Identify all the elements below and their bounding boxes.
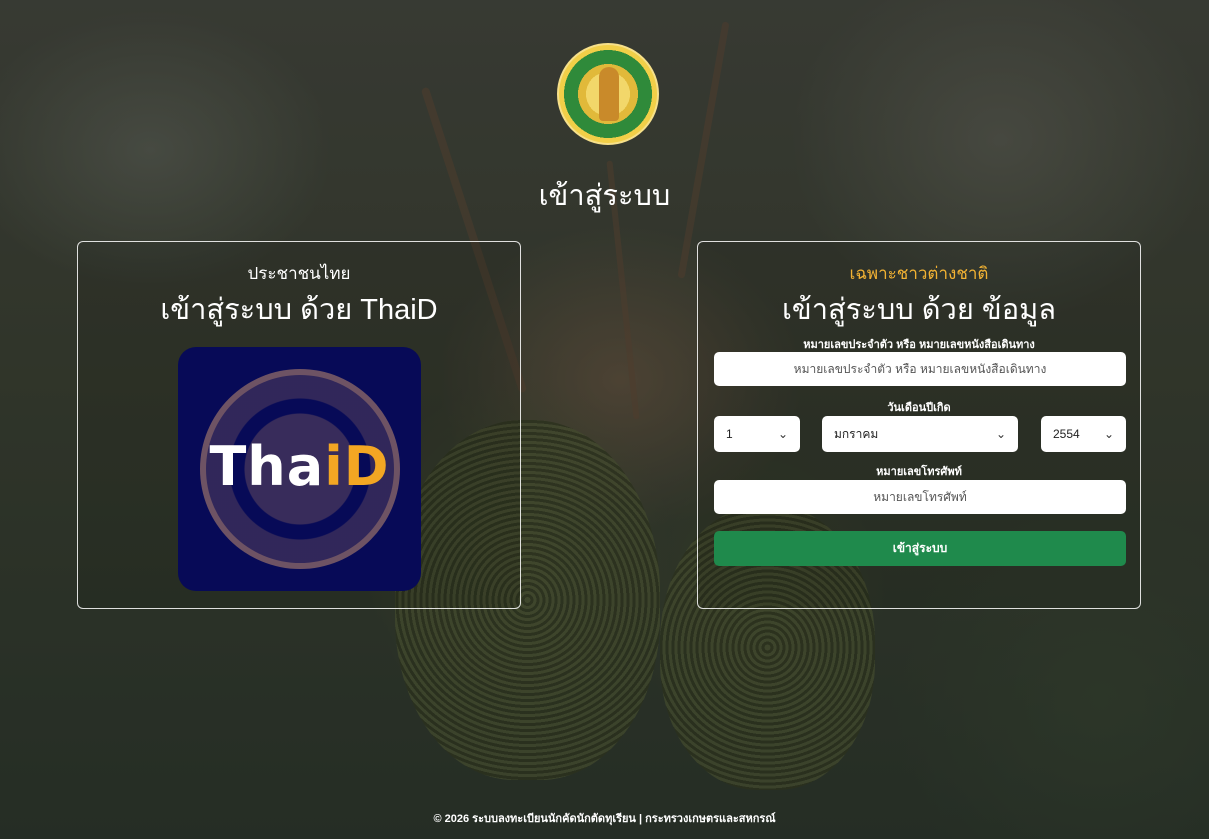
chevron-down-icon: ⌄ (777, 427, 788, 441)
dob-day-select[interactable]: 1 ⌄ (714, 416, 800, 452)
id-passport-input[interactable] (714, 352, 1126, 386)
thaid-logo-main: Tha (209, 435, 325, 498)
foreigner-heading: เข้าสู่ระบบ ด้วย ข้อมูล (781, 294, 1057, 326)
thaid-login-panel: ประชาชนไทย เข้าสู่ระบบ ด้วย ThaiD ThaiD (77, 241, 521, 609)
thaid-login-button[interactable]: ThaiD (178, 347, 421, 591)
login-button[interactable]: เข้าสู่ระบบ (714, 531, 1126, 566)
dob-month-select[interactable]: มกราคม ⌄ (822, 416, 1018, 452)
thaid-heading: เข้าสู่ระบบ ด้วย ThaiD (160, 294, 438, 326)
chevron-down-icon: ⌄ (995, 427, 1006, 441)
phone-field-label: หมายเลขโทรศัพท์ (876, 466, 962, 478)
chevron-down-icon: ⌄ (1103, 427, 1114, 441)
dob-label: วันเดือนปีเกิด (887, 402, 951, 414)
phone-input[interactable] (714, 480, 1126, 514)
thaid-logo-accent: iD (324, 435, 390, 498)
page-title: เข้าสู่ระบบ (538, 180, 671, 212)
footer-text: © 2026 ระบบลงทะเบียนนักคัดนักตัดทุเรียน … (433, 813, 776, 825)
id-field-label: หมายเลขประจำตัว หรือ หมายเลขหนังสือเดินท… (803, 339, 1035, 351)
ministry-logo-figure (599, 67, 619, 121)
foreigner-login-panel: เฉพาะชาวต่างชาติ เข้าสู่ระบบ ด้วย ข้อมูล… (697, 241, 1141, 609)
thaid-logo-text: ThaiD (178, 435, 421, 498)
dob-month-value: มกราคม (834, 427, 879, 441)
dob-year-select[interactable]: 2554 ⌄ (1041, 416, 1126, 452)
dob-day-value: 1 (726, 427, 733, 441)
foreigner-subtitle: เฉพาะชาวต่างชาติ (849, 264, 989, 283)
dob-year-value: 2554 (1053, 427, 1080, 441)
thaid-subtitle: ประชาชนไทย (247, 264, 351, 283)
ministry-logo (557, 43, 659, 145)
